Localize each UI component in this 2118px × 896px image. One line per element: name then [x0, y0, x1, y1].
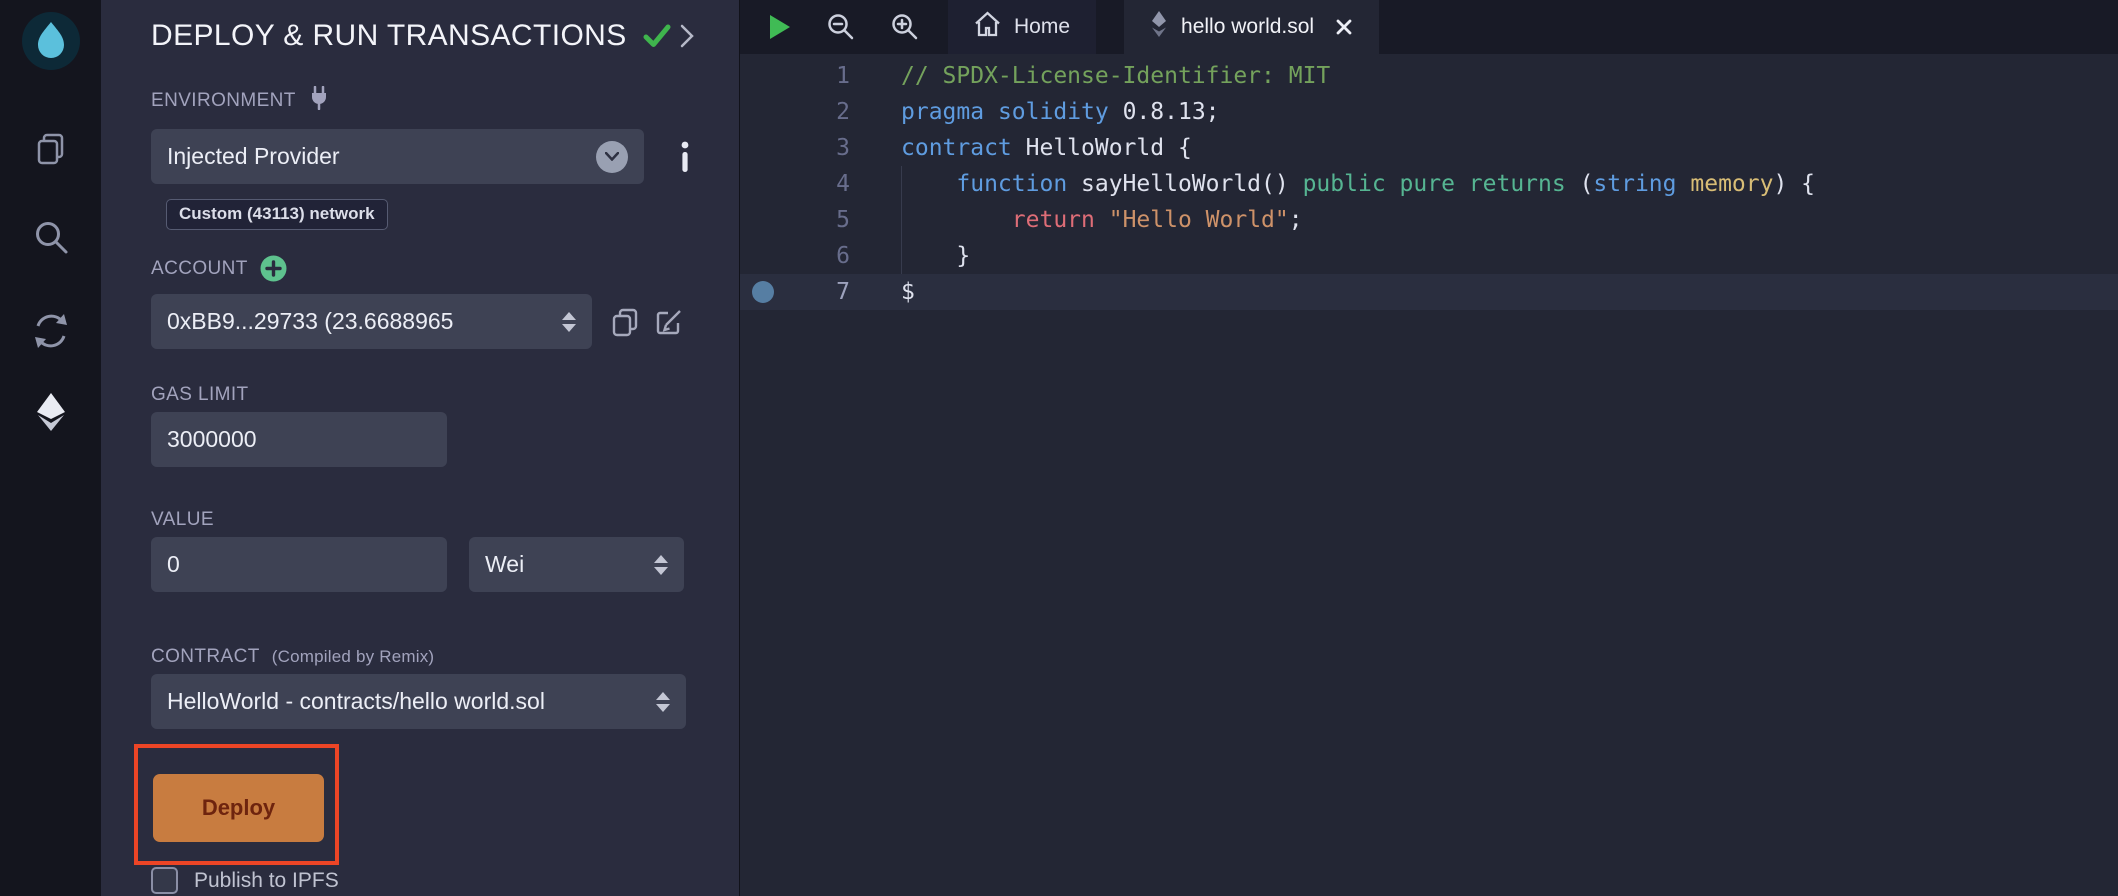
code-line[interactable]: 6 } — [740, 238, 2118, 274]
select-caret-icon — [656, 692, 670, 712]
tab-label: hello world.sol — [1181, 15, 1314, 39]
file-explorer-icon[interactable] — [33, 131, 69, 167]
gas-limit-input[interactable] — [151, 412, 447, 467]
environment-select[interactable]: Injected Provider — [151, 129, 644, 184]
publish-ipfs-row: Publish to IPFS — [151, 867, 695, 894]
select-caret-icon — [562, 312, 576, 332]
code-line[interactable]: 4 function sayHelloWorld() public pure r… — [740, 166, 2118, 202]
line-number[interactable]: 1 — [740, 58, 850, 94]
code-lines[interactable]: 1// SPDX-License-Identifier: MIT2pragma … — [740, 54, 2118, 896]
value-label: VALUE — [151, 509, 214, 531]
deploy-and-run-icon[interactable] — [34, 392, 68, 432]
code-line[interactable]: 3contract HelloWorld { — [740, 130, 2118, 166]
code-text: $ — [850, 274, 2118, 310]
tab-home[interactable]: Home — [948, 0, 1096, 54]
page-title: DEPLOY & RUN TRANSACTIONS — [151, 19, 627, 53]
tab-hello-world-sol[interactable]: hello world.sol — [1124, 0, 1379, 54]
network-badge: Custom (43113) network — [166, 199, 388, 230]
breakpoint-dot[interactable] — [752, 281, 774, 303]
environment-label: ENVIRONMENT — [151, 90, 296, 112]
code-text: pragma solidity 0.8.13; — [850, 94, 2118, 130]
select-caret-icon — [654, 555, 668, 575]
value-unit-selected: Wei — [485, 551, 644, 578]
add-account-icon[interactable] — [260, 255, 287, 282]
editor-tabbar: Home hello world.sol — [740, 0, 2118, 54]
line-number[interactable]: 2 — [740, 94, 850, 130]
remix-logo — [20, 10, 82, 72]
contract-label-row: CONTRACT (Compiled by Remix) — [151, 646, 695, 668]
account-label-row: ACCOUNT — [151, 255, 695, 282]
gas-limit-label-row: GAS LIMIT — [151, 384, 695, 406]
run-script-icon[interactable] — [768, 13, 792, 41]
search-icon[interactable] — [32, 218, 70, 256]
code-text: contract HelloWorld { — [850, 130, 2118, 166]
zoom-in-icon[interactable] — [890, 12, 920, 42]
plug-icon — [308, 86, 330, 116]
environment-selected-value: Injected Provider — [167, 143, 596, 170]
line-number[interactable]: 4 — [740, 166, 850, 202]
home-icon — [974, 11, 1001, 43]
contract-label: CONTRACT — [151, 646, 260, 668]
remix-ide-window: DEPLOY & RUN TRANSACTIONS ENVIRONMENT — [0, 0, 2118, 896]
deploy-section: Deploy — [151, 744, 695, 865]
solidity-compiler-icon[interactable] — [31, 311, 71, 351]
check-icon — [643, 24, 671, 48]
code-text: function sayHelloWorld() public pure ret… — [850, 166, 2118, 202]
provider-status-icon — [596, 141, 628, 173]
account-label: ACCOUNT — [151, 258, 248, 280]
tab-label: Home — [1014, 15, 1070, 39]
code-line[interactable]: 5 return "Hello World"; — [740, 202, 2118, 238]
line-number[interactable]: 3 — [740, 130, 850, 166]
value-input[interactable] — [151, 537, 447, 592]
zoom-out-icon[interactable] — [826, 12, 856, 42]
code-text: return "Hello World"; — [850, 202, 2118, 238]
deploy-run-panel: DEPLOY & RUN TRANSACTIONS ENVIRONMENT — [101, 0, 739, 896]
code-text: // SPDX-License-Identifier: MIT — [850, 58, 2118, 94]
editor-area: Home hello world.sol 1// SPDX-License-Id… — [739, 0, 2118, 896]
code-line[interactable]: 7$ — [740, 274, 2118, 310]
account-selected-value: 0xBB9...29733 (23.6688965 — [167, 308, 552, 335]
environment-label-row: ENVIRONMENT — [151, 86, 695, 116]
solidity-file-icon — [1150, 10, 1168, 44]
contract-select[interactable]: HelloWorld - contracts/hello world.sol — [151, 674, 686, 729]
close-tab-icon[interactable] — [1335, 18, 1353, 36]
chevron-right-icon[interactable] — [679, 22, 695, 50]
deploy-button[interactable]: Deploy — [153, 774, 324, 842]
copy-account-icon[interactable] — [610, 307, 640, 337]
contract-selected-value: HelloWorld - contracts/hello world.sol — [167, 688, 646, 715]
account-select[interactable]: 0xBB9...29733 (23.6688965 — [151, 294, 592, 349]
code-line[interactable]: 1// SPDX-License-Identifier: MIT — [740, 58, 2118, 94]
value-unit-select[interactable]: Wei — [469, 537, 684, 592]
publish-ipfs-checkbox[interactable] — [151, 867, 178, 894]
info-icon[interactable] — [680, 141, 690, 173]
panel-header: DEPLOY & RUN TRANSACTIONS — [151, 0, 695, 56]
contract-sublabel: (Compiled by Remix) — [272, 647, 435, 667]
line-number[interactable]: 5 — [740, 202, 850, 238]
code-text: } — [850, 238, 2118, 274]
edit-account-icon[interactable] — [654, 307, 684, 337]
line-number[interactable]: 7 — [740, 274, 850, 310]
module-iconbar — [0, 0, 101, 896]
value-label-row: VALUE — [151, 509, 695, 531]
publish-ipfs-label: Publish to IPFS — [194, 869, 339, 893]
line-number[interactable]: 6 — [740, 238, 850, 274]
code-line[interactable]: 2pragma solidity 0.8.13; — [740, 94, 2118, 130]
gas-limit-label: GAS LIMIT — [151, 384, 249, 406]
